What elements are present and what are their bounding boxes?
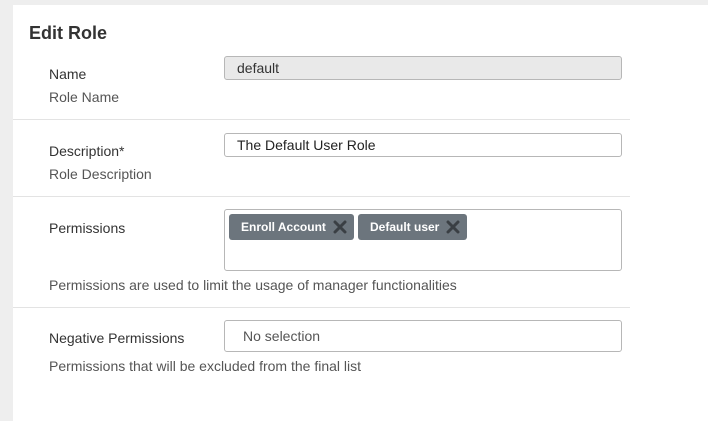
- description-input[interactable]: [224, 133, 622, 157]
- permission-tag-label: Default user: [370, 220, 440, 234]
- page-title: Edit Role: [29, 23, 108, 43]
- divider: [13, 196, 630, 197]
- divider: [13, 119, 630, 120]
- permission-tag-enroll-account: Enroll Account: [229, 214, 354, 240]
- negative-permissions-label: Negative Permissions: [49, 330, 185, 346]
- negative-permissions-placeholder: No selection: [243, 328, 321, 344]
- permission-tag-label: Enroll Account: [241, 220, 326, 234]
- name-input: [224, 56, 622, 80]
- negative-permissions-select[interactable]: No selection: [224, 320, 622, 352]
- close-icon[interactable]: [333, 220, 347, 234]
- name-label: Name: [49, 66, 87, 82]
- description-hint: Role Description: [49, 166, 152, 182]
- negative-permissions-hint: Permissions that will be excluded from t…: [49, 358, 362, 374]
- edit-role-card: Edit Role Name Role Name Description* Ro…: [13, 5, 708, 421]
- permission-tag-default-user: Default user: [358, 214, 468, 240]
- name-hint: Role Name: [49, 89, 120, 105]
- permissions-hint: Permissions are used to limit the usage …: [49, 277, 457, 293]
- permissions-multiselect[interactable]: Enroll Account Default user: [224, 209, 622, 271]
- description-label: Description*: [49, 143, 125, 159]
- close-icon[interactable]: [446, 220, 460, 234]
- permissions-label: Permissions: [49, 220, 126, 236]
- divider: [13, 307, 630, 308]
